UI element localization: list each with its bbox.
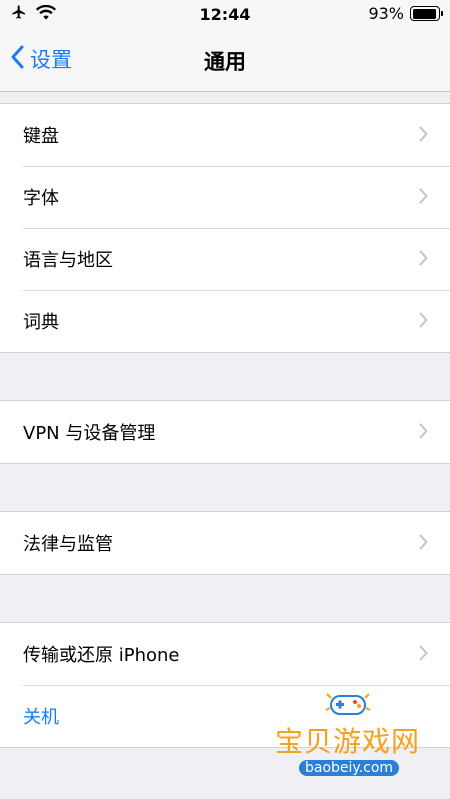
watermark-logo: 宝贝游戏网 baobeiy.com: [275, 693, 425, 782]
battery-fill: [412, 8, 436, 19]
row-label: 字体: [23, 188, 59, 209]
settings-row-vpn-device-management[interactable]: VPN 与设备管理: [0, 401, 450, 463]
settings-row-dictionary[interactable]: 词典: [0, 290, 450, 352]
battery-percent: 93%: [368, 4, 404, 23]
row-label: 法律与监管: [23, 534, 113, 555]
settings-row-language-region[interactable]: 语言与地区: [0, 228, 450, 290]
page-title: 通用: [204, 50, 246, 74]
settings-row-fonts[interactable]: 字体: [0, 166, 450, 228]
watermark-url: baobeiy.com: [299, 760, 400, 776]
battery-tip: [441, 11, 443, 16]
row-label: 词典: [23, 312, 59, 333]
navigation-bar: 设置 通用: [0, 30, 450, 92]
settings-row-legal-regulatory[interactable]: 法律与监管: [0, 512, 450, 574]
row-label: 关机: [23, 707, 59, 728]
settings-group-vpn: VPN 与设备管理: [0, 400, 450, 464]
gamepad-icon: [325, 690, 371, 724]
row-label: VPN 与设备管理: [23, 423, 156, 444]
settings-row-transfer-reset[interactable]: 传输或还原 iPhone: [0, 623, 450, 685]
row-label: 键盘: [23, 126, 59, 147]
chevron-right-icon: [419, 188, 428, 209]
chevron-right-icon: [419, 645, 428, 666]
settings-group-legal: 法律与监管: [0, 511, 450, 575]
chevron-right-icon: [419, 534, 428, 555]
chevron-right-icon: [419, 312, 428, 333]
chevron-right-icon: [419, 423, 428, 444]
row-label: 语言与地区: [23, 250, 113, 271]
battery-icon: [410, 6, 443, 21]
watermark-text: 宝贝游戏网: [275, 725, 421, 758]
status-bar: 12:44 93%: [0, 0, 450, 30]
row-label: 传输或还原 iPhone: [23, 645, 180, 666]
settings-row-keyboard[interactable]: 键盘: [0, 104, 450, 166]
settings-group-keyboard-dictionary: 键盘 字体 语言与地区 词典: [0, 103, 450, 353]
chevron-right-icon: [419, 250, 428, 271]
chevron-right-icon: [419, 126, 428, 147]
status-right: 93%: [368, 4, 443, 23]
